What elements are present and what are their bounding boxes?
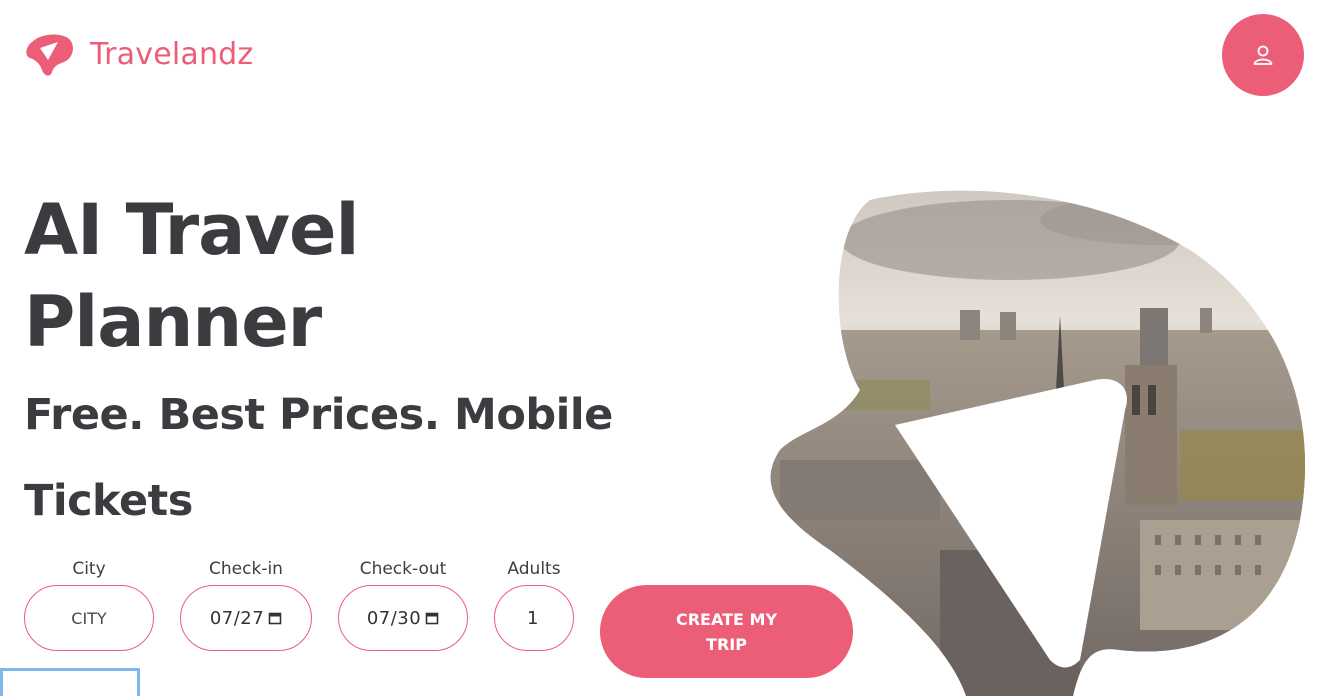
adults-input-wrapper: 1 — [494, 585, 574, 651]
checkin-field: Check-in 07/27 — [180, 558, 312, 651]
hero-city-image — [770, 190, 1306, 696]
subtitle-line-2: Tickets — [24, 476, 193, 526]
city-input[interactable] — [35, 607, 143, 629]
brand-logo-link[interactable]: Travelandz — [24, 28, 253, 80]
focused-element-outline — [0, 668, 140, 696]
brand-name: Travelandz — [90, 36, 254, 72]
title-line-1: AI Travel — [24, 189, 360, 271]
title-line-2: Planner — [24, 281, 322, 363]
hero-subtitle: Free. Best Prices. Mobile Tickets — [24, 372, 624, 544]
page-title: AI Travel Planner — [24, 184, 360, 368]
city-input-wrapper — [24, 585, 154, 651]
calendar-icon[interactable] — [425, 611, 439, 625]
city-label: City — [72, 559, 106, 579]
adults-field: Adults 1 — [494, 558, 574, 651]
checkin-date-input[interactable]: 07/27 — [180, 585, 312, 651]
checkout-field: Check-out 07/30 — [338, 558, 468, 651]
city-field: City — [24, 558, 154, 651]
adults-label: Adults — [507, 559, 561, 579]
travelandz-logo-icon — [26, 34, 73, 76]
checkin-date-value: 07/27 — [209, 607, 265, 629]
adults-input[interactable]: 1 — [529, 608, 539, 629]
page: Travelandz AI Travel Planner Free. Best … — [0, 0, 1340, 696]
calendar-icon[interactable] — [268, 611, 282, 625]
subtitle-line-1: Free. Best Prices. Mobile — [24, 390, 613, 440]
checkout-date-value: 07/30 — [366, 607, 422, 629]
profile-button[interactable] — [1222, 14, 1304, 96]
checkout-label: Check-out — [359, 559, 447, 579]
checkin-label: Check-in — [209, 559, 283, 579]
checkout-date-input[interactable]: 07/30 — [338, 585, 468, 651]
user-icon — [1253, 45, 1273, 65]
